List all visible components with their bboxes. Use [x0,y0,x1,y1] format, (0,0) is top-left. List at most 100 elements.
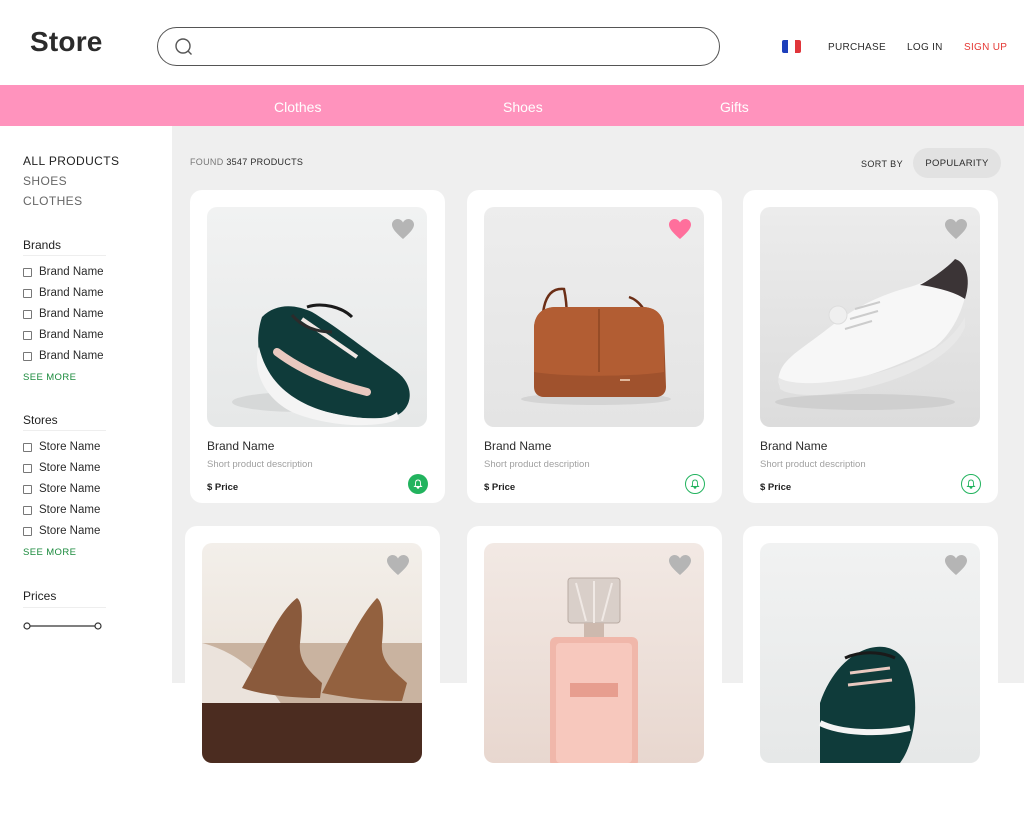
store-checkbox[interactable]: Store Name [23,462,100,474]
store-checkbox[interactable]: Store Name [23,483,100,495]
price-range-slider[interactable] [23,621,103,631]
perfume-image [550,577,638,763]
purchase-link[interactable]: PURCHASE [828,42,886,53]
favorite-heart-icon[interactable] [668,554,692,576]
nav-shoes[interactable]: SHOES [23,174,67,188]
found-count: 3547 PRODUCTS [226,157,304,167]
brand-checkbox[interactable]: Brand Name [23,287,104,299]
store-logo[interactable]: Store [30,26,103,58]
divider [23,607,106,608]
category-clothes[interactable]: Clothes [274,99,321,115]
brown-handbag-image [521,287,671,405]
brand-label: Brand Name [39,287,104,299]
brand-label: Brand Name [39,329,104,341]
signup-link[interactable]: SIGN UP [964,42,1007,53]
brands-heading: Brands [23,238,62,252]
favorite-heart-icon[interactable] [668,218,692,240]
product-image-heels[interactable] [202,543,422,763]
green-sneaker-2-image [818,646,916,763]
found-prefix: FOUND [190,157,224,167]
language-flag[interactable] [782,40,801,53]
store-checkbox[interactable]: Store Name [23,441,100,453]
store-label: Store Name [39,462,101,474]
flag-stripe-red [794,40,801,53]
filter-sidebar: ALL PRODUCTS SHOES CLOTHES Brands Brand … [0,126,172,683]
divider [23,430,106,431]
favorite-heart-icon[interactable] [386,554,410,576]
product-price: $ Price [760,482,792,493]
checkbox-icon[interactable] [23,484,32,494]
category-gifts[interactable]: Gifts [720,99,749,115]
price-alert-button[interactable] [961,474,981,494]
product-image-brown-handbag[interactable] [484,207,704,427]
product-image-green-sneaker[interactable] [207,207,427,427]
divider [23,255,106,256]
price-alert-button[interactable] [685,474,705,494]
checkbox-icon[interactable] [23,309,32,319]
brands-see-more-link[interactable]: SEE MORE [23,372,76,383]
product-description: Short product description [207,459,313,470]
product-card[interactable]: Brand Name Short product description $ P… [190,190,445,503]
slider-min-handle [23,622,31,630]
checkbox-icon[interactable] [23,351,32,361]
product-brand[interactable]: Brand Name [760,439,827,453]
bell-icon [966,479,976,489]
checkbox-icon[interactable] [23,526,32,536]
white-sneaker-image [775,259,968,410]
bell-icon [413,479,423,489]
store-checkbox[interactable]: Store Name [23,504,100,516]
store-label: Store Name [39,483,101,495]
sort-dropdown[interactable]: POPULARITY [913,148,1001,178]
checkbox-icon[interactable] [23,330,32,340]
product-card[interactable]: Brand Name Short product description $ P… [743,190,998,503]
product-brand[interactable]: Brand Name [207,439,274,453]
search-icon [175,38,192,55]
brand-label: Brand Name [39,266,104,278]
store-label: Store Name [39,525,101,537]
checkbox-icon[interactable] [23,463,32,473]
nav-all-products[interactable]: ALL PRODUCTS [23,154,119,168]
product-image-white-sneaker[interactable] [760,207,980,427]
product-description: Short product description [484,459,590,470]
product-listing: FOUND 3547 PRODUCTS SORT BY POPULARITY B… [172,126,1024,839]
results-count: FOUND 3547 PRODUCTS [190,157,303,167]
brand-label: Brand Name [39,350,104,362]
category-shoes[interactable]: Shoes [503,99,543,115]
favorite-heart-icon[interactable] [944,218,968,240]
login-link[interactable]: LOG IN [907,42,943,53]
product-image-green-sneaker-2[interactable] [760,543,980,763]
price-alert-button[interactable] [408,474,428,494]
brand-checkbox[interactable]: Brand Name [23,350,104,362]
brand-label: Brand Name [39,308,104,320]
checkbox-icon[interactable] [23,267,32,277]
checkbox-icon[interactable] [23,442,32,452]
favorite-heart-icon[interactable] [391,218,415,240]
brand-checkbox[interactable]: Brand Name [23,266,104,278]
favorite-heart-icon[interactable] [944,554,968,576]
nav-clothes[interactable]: CLOTHES [23,194,82,208]
prices-heading: Prices [23,589,57,603]
store-checkbox[interactable]: Store Name [23,525,100,537]
slider-max-handle [94,622,102,630]
category-bar: Clothes Shoes Gifts [0,85,1024,126]
heels-image [202,598,422,763]
brand-checkbox[interactable]: Brand Name [23,329,104,341]
stores-see-more-link[interactable]: SEE MORE [23,547,76,558]
product-description: Short product description [760,459,866,470]
checkbox-icon[interactable] [23,505,32,515]
checkbox-icon[interactable] [23,288,32,298]
product-price: $ Price [207,482,239,493]
product-brand[interactable]: Brand Name [484,439,551,453]
bell-icon [690,479,700,489]
product-image-perfume[interactable] [484,543,704,763]
product-price: $ Price [484,482,516,493]
store-label: Store Name [39,504,101,516]
product-card[interactable]: Brand Name Short product description $ P… [467,190,722,503]
search-input[interactable] [157,27,720,66]
header: Store PURCHASE LOG IN SIGN UP [0,0,1024,85]
green-sneaker-image [232,303,410,426]
stores-heading: Stores [23,413,58,427]
sort-label: SORT BY [861,159,903,169]
brand-checkbox[interactable]: Brand Name [23,308,104,320]
store-label: Store Name [39,441,101,453]
